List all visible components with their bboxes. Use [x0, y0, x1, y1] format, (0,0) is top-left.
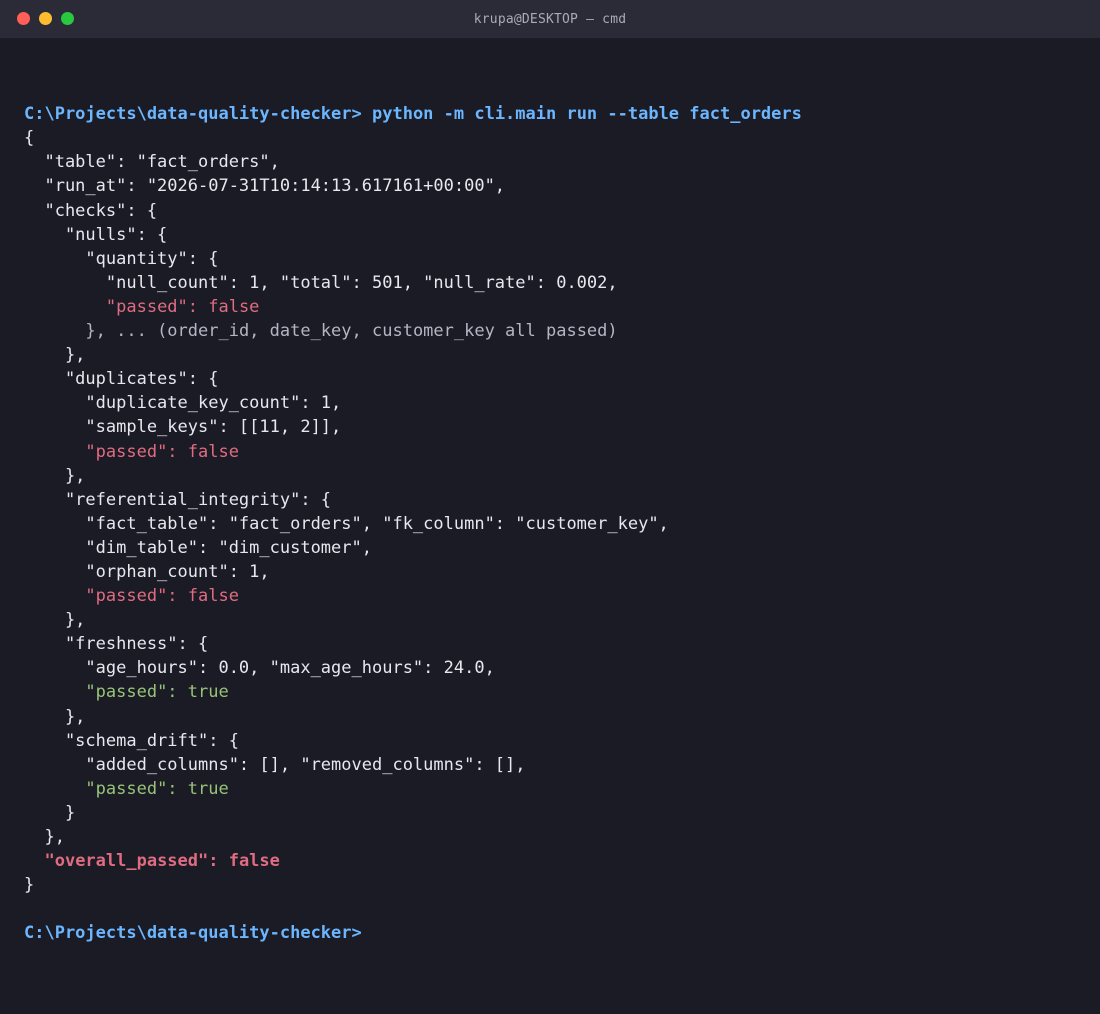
output-line: "added_columns": [], "removed_columns": … — [24, 754, 526, 775]
output-line: "passed": false — [24, 440, 1076, 464]
output-line: } — [24, 875, 35, 896]
terminal-window: krupa@DESKTOP — cmd C:\Projects\data-qua… — [0, 0, 1100, 1014]
output-line: "fact_table": "fact_orders", "fk_column"… — [24, 513, 669, 534]
output-line: "quantity": { — [24, 248, 219, 269]
output-line: "sample_keys": [[11, 2]], — [24, 417, 342, 438]
terminal-output[interactable]: C:\Projects\data-quality-checker> python… — [0, 38, 1100, 994]
output-line: }, — [24, 465, 86, 486]
output-line: "checks": { — [24, 200, 158, 221]
command-text: python -m cli.main run --table fact_orde… — [361, 104, 802, 125]
output-line: "passed": true — [24, 680, 1076, 704]
command-line: C:\Projects\data-quality-checker> python… — [24, 102, 1076, 126]
output-line: }, — [24, 345, 86, 366]
window-title: krupa@DESKTOP — cmd — [473, 11, 627, 27]
final-prompt: C:\Projects\data-quality-checker> — [24, 923, 362, 944]
output-line: }, — [24, 706, 86, 727]
output-line: "schema_drift": { — [24, 730, 239, 751]
output-line: }, — [24, 610, 86, 631]
output-line: "freshness": { — [24, 634, 209, 655]
output-line: "referential_integrity": { — [24, 489, 332, 510]
output-line: "age_hours": 0.0, "max_age_hours": 24.0, — [24, 658, 495, 679]
output-line: }, — [24, 827, 65, 847]
output-line: "overall_passed": false — [24, 849, 1076, 873]
output-line: "passed": true — [24, 777, 1076, 801]
output-line: "duplicates": { — [24, 369, 219, 390]
highlighted-value: "passed": false — [85, 586, 239, 607]
output-line: "table": "fact_orders", — [24, 152, 280, 173]
highlighted-value: "passed": true — [85, 682, 229, 703]
highlighted-value: "passed": false — [85, 441, 239, 462]
highlighted-value: }, ... (order_id, date_key, customer_key… — [85, 321, 618, 342]
final-prompt-line: C:\Projects\data-quality-checker> — [24, 921, 1076, 945]
maximize-window-icon[interactable] — [61, 12, 74, 25]
title-bar: krupa@DESKTOP — cmd — [0, 0, 1100, 38]
output-line: "passed": false — [24, 584, 1076, 608]
output-line: "run_at": "2026-07-31T10:14:13.617161+00… — [24, 176, 506, 197]
minimize-window-icon[interactable] — [39, 12, 52, 25]
output-line: "nulls": { — [24, 224, 168, 245]
highlighted-value: "passed": false — [105, 296, 260, 317]
output-line: "dim_table": "dim_customer", — [24, 537, 372, 558]
prompt: C:\Projects\data-quality-checker> — [24, 104, 362, 125]
highlighted-value: "overall_passed": false — [44, 851, 280, 872]
output-line: "passed": false — [24, 295, 1076, 319]
output-line: "null_count": 1, "total": 501, "null_rat… — [24, 272, 618, 293]
output-line: } — [24, 802, 76, 823]
close-window-icon[interactable] — [17, 12, 30, 25]
output-line: "orphan_count": 1, — [24, 561, 270, 582]
output-line: "duplicate_key_count": 1, — [24, 393, 342, 414]
highlighted-value: "passed": true — [85, 778, 229, 799]
window-controls — [17, 12, 74, 25]
output-line: }, ... (order_id, date_key, customer_key… — [24, 319, 1076, 343]
output-line: { — [24, 128, 35, 149]
json-output: { "table": "fact_orders", "run_at": "202… — [24, 126, 1076, 921]
